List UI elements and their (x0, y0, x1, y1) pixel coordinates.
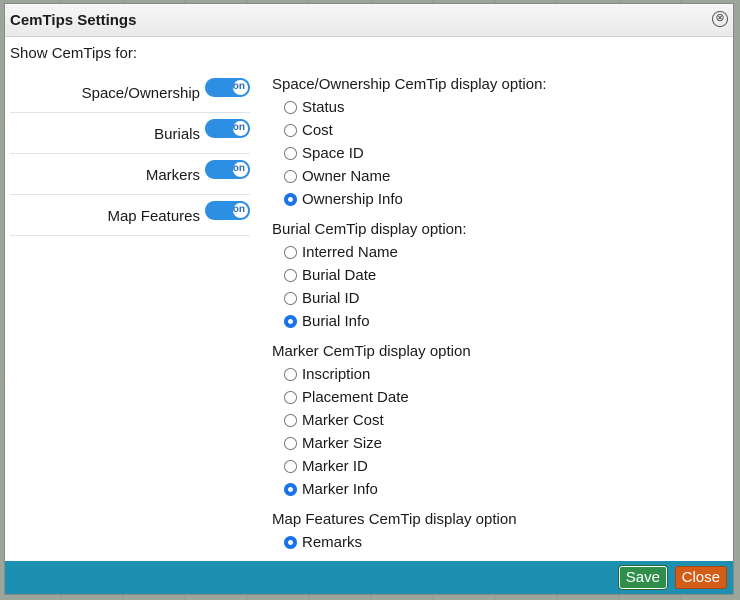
toggle-row-space-ownership: Space/Ownership on (10, 72, 250, 113)
burials-toggle[interactable]: on (205, 119, 250, 138)
radio-button[interactable] (284, 414, 297, 427)
radio-option[interactable]: Placement Date (272, 386, 722, 409)
radio-label: Burial Info (302, 313, 370, 330)
radio-label: Owner Name (302, 168, 391, 185)
show-cemtips-label: Show CemTips for: (10, 45, 137, 62)
radio-label: Burial ID (302, 290, 360, 307)
radio-option[interactable]: Burial Info (272, 310, 722, 333)
radio-button[interactable] (284, 170, 297, 183)
toggle-label: Markers (145, 167, 200, 184)
radio-option[interactable]: Remarks (272, 531, 722, 554)
display-options: Space/Ownership CemTip display option: S… (272, 73, 722, 554)
radio-option[interactable]: Cost (272, 119, 722, 142)
toggle-state: on (232, 81, 245, 92)
radio-label: Remarks (302, 534, 363, 551)
toggle-row-map-features: Map Features on (10, 195, 250, 236)
radio-button[interactable] (284, 437, 297, 450)
burial-option-title: Burial CemTip display option: (272, 221, 467, 238)
radio-option[interactable]: Marker ID (272, 455, 722, 478)
radio-button[interactable] (284, 292, 297, 305)
radio-option[interactable]: Marker Info (272, 478, 722, 501)
radio-option[interactable]: Marker Cost (272, 409, 722, 432)
toggle-row-burials: Burials on (10, 113, 250, 154)
radio-button[interactable] (284, 315, 297, 328)
dialog-titlebar: CemTips Settings ⊗ (5, 4, 733, 37)
radio-button[interactable] (284, 391, 297, 404)
radio-button[interactable] (284, 101, 297, 114)
toggle-state: on (232, 163, 245, 174)
radio-button[interactable] (284, 460, 297, 473)
close-button[interactable]: Close (674, 566, 727, 589)
toggle-row-markers: Markers on (10, 154, 250, 195)
radio-option[interactable]: Marker Size (272, 432, 722, 455)
toggle-state: on (232, 122, 245, 133)
radio-option[interactable]: Ownership Info (272, 188, 722, 211)
radio-button[interactable] (284, 269, 297, 282)
radio-option[interactable]: Interred Name (272, 241, 722, 264)
map-features-option-title: Map Features CemTip display option (272, 511, 517, 528)
radio-button[interactable] (284, 124, 297, 137)
toggle-list: Space/Ownership on Burials on Markers on… (10, 72, 250, 236)
space-ownership-option-title: Space/Ownership CemTip display option: (272, 76, 547, 93)
dialog-title: CemTips Settings (10, 12, 137, 29)
radio-option[interactable]: Inscription (272, 363, 722, 386)
toggle-state: on (232, 204, 245, 215)
markers-toggle[interactable]: on (205, 160, 250, 179)
radio-button[interactable] (284, 483, 297, 496)
radio-option[interactable]: Status (272, 96, 722, 119)
radio-label: Cost (302, 122, 333, 139)
radio-button[interactable] (284, 193, 297, 206)
radio-label: Space ID (302, 145, 364, 162)
radio-option[interactable]: Owner Name (272, 165, 722, 188)
radio-label: Inscription (302, 366, 371, 383)
radio-option[interactable]: Burial ID (272, 287, 722, 310)
radio-label: Marker Size (302, 435, 383, 452)
radio-button[interactable] (284, 246, 297, 259)
radio-label: Marker Cost (302, 412, 384, 429)
radio-button[interactable] (284, 368, 297, 381)
radio-label: Marker ID (302, 458, 368, 475)
toggle-label: Space/Ownership (81, 85, 200, 102)
radio-label: Burial Date (302, 267, 377, 284)
map-features-toggle[interactable]: on (205, 201, 250, 220)
dialog-footer: Save Close (5, 561, 733, 594)
save-button[interactable]: Save (618, 566, 667, 589)
radio-button[interactable] (284, 147, 297, 160)
cemtips-settings-dialog: CemTips Settings ⊗ Show CemTips for: Spa… (4, 3, 734, 595)
radio-option[interactable]: Burial Date (272, 264, 722, 287)
radio-label: Placement Date (302, 389, 409, 406)
close-icon[interactable]: ⊗ (712, 11, 728, 27)
radio-label: Status (302, 99, 345, 116)
radio-label: Marker Info (302, 481, 378, 498)
toggle-label: Map Features (107, 208, 200, 225)
radio-label: Interred Name (302, 244, 398, 261)
radio-label: Ownership Info (302, 191, 403, 208)
marker-option-title: Marker CemTip display option (272, 343, 471, 360)
radio-option[interactable]: Space ID (272, 142, 722, 165)
toggle-label: Burials (154, 126, 200, 143)
space-ownership-toggle[interactable]: on (205, 78, 250, 97)
radio-button[interactable] (284, 536, 297, 549)
